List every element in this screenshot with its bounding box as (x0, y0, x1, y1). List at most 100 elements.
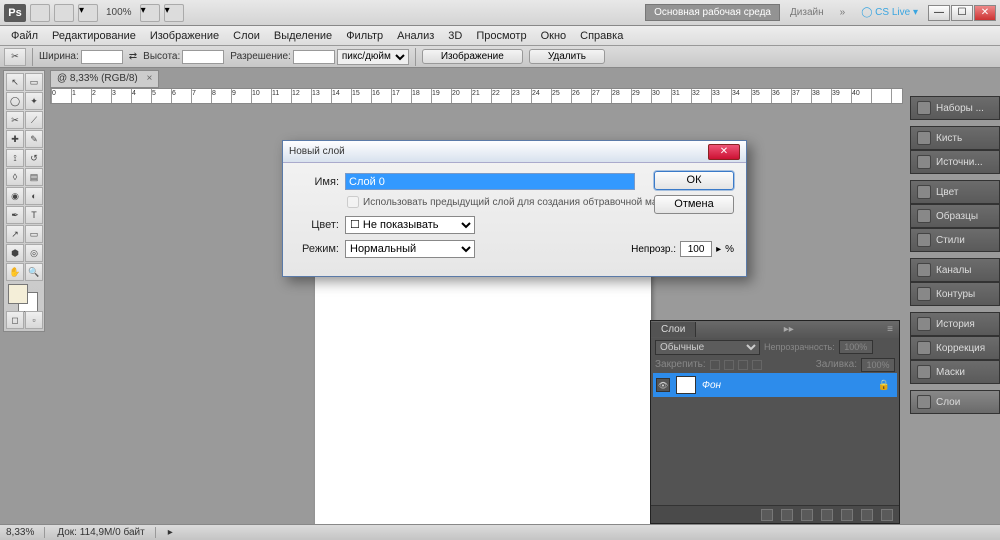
menu-edit[interactable]: Редактирование (45, 28, 143, 44)
history-brush-tool-icon[interactable]: ↺ (25, 149, 43, 167)
opacity-value[interactable]: 100% (839, 340, 873, 354)
mask-icon[interactable] (801, 509, 813, 521)
status-zoom[interactable]: 8,33% (6, 527, 45, 538)
fx-icon[interactable] (781, 509, 793, 521)
panel-masks[interactable]: Маски (910, 360, 1000, 384)
panel-swatches[interactable]: Образцы (910, 204, 1000, 228)
panel-channels[interactable]: Каналы (910, 258, 1000, 282)
type-tool-icon[interactable]: T (25, 206, 43, 224)
layers-menu-icon[interactable]: ≡ (881, 324, 899, 335)
document-tab-close-icon[interactable]: × (147, 73, 153, 84)
color-swatch[interactable] (6, 282, 24, 310)
lock-all-icon[interactable] (738, 360, 748, 370)
eraser-tool-icon[interactable]: ◊ (6, 168, 24, 186)
panel-layers[interactable]: Слои (910, 390, 1000, 414)
dialog-close-button[interactable]: ✕ (708, 144, 740, 160)
dodge-tool-icon[interactable]: ◐ (25, 187, 43, 205)
crop-tool-icon[interactable]: ✂ (6, 111, 24, 129)
move-tool-icon[interactable]: ↖ (6, 73, 24, 91)
gradient-tool-icon[interactable]: ▤ (25, 168, 43, 186)
color-select[interactable]: ☐ Не показывать (345, 216, 475, 234)
camera-tool-icon[interactable]: ◎ (25, 244, 43, 262)
mode-select[interactable]: Нормальный (345, 240, 475, 258)
blur-tool-icon[interactable]: ◉ (6, 187, 24, 205)
eyedropper-tool-icon[interactable]: ⟋ (25, 111, 43, 129)
workspace-design-button[interactable]: Дизайн (784, 5, 830, 20)
panel-presets[interactable]: Наборы ... (910, 96, 1000, 120)
cancel-button[interactable]: Отмена (654, 195, 734, 214)
window-maximize-button[interactable]: ☐ (951, 5, 973, 21)
workspace-more-button[interactable]: » (834, 5, 852, 20)
menu-layers[interactable]: Слои (226, 28, 267, 44)
ok-button[interactable]: ОК (654, 171, 734, 190)
shape-tool-icon[interactable]: ▭ (25, 225, 43, 243)
menu-help[interactable]: Справка (573, 28, 630, 44)
heal-tool-icon[interactable]: ✚ (6, 130, 24, 148)
menu-analysis[interactable]: Анализ (390, 28, 441, 44)
visibility-icon[interactable]: 👁 (656, 378, 670, 392)
3d-tool-icon[interactable]: ⬢ (6, 244, 24, 262)
document-tab[interactable]: @ 8,33% (RGB/8) × (50, 70, 159, 88)
zoom-level[interactable]: 100% (102, 7, 136, 18)
panel-color[interactable]: Цвет (910, 180, 1000, 204)
pen-tool-icon[interactable]: ✒ (6, 206, 24, 224)
status-doc-size[interactable]: Док: 114,9M/0 байт (57, 527, 155, 538)
unit-select[interactable]: пикс/дюйм (337, 49, 409, 65)
delete-layer-icon[interactable] (881, 509, 893, 521)
group-icon[interactable] (841, 509, 853, 521)
delete-button[interactable]: Удалить (529, 49, 605, 64)
bridge-icon[interactable] (30, 4, 50, 22)
layers-tab[interactable]: Слои (651, 322, 696, 337)
panel-source[interactable]: Источни... (910, 150, 1000, 174)
link-layers-icon[interactable] (761, 509, 773, 521)
lock-pixels-icon[interactable] (710, 360, 720, 370)
swap-icon[interactable]: ⇄ (129, 51, 137, 62)
menu-file[interactable]: Файл (4, 28, 45, 44)
extras-icon[interactable]: ▾ (164, 4, 184, 22)
minibridge-icon[interactable] (54, 4, 74, 22)
hand-tool-icon[interactable]: ✋ (6, 263, 24, 281)
lock-position-icon[interactable] (724, 360, 734, 370)
wand-tool-icon[interactable]: ✦ (25, 92, 43, 110)
fill-value[interactable]: 100% (861, 358, 895, 372)
brush-tool-icon[interactable]: ✎ (25, 130, 43, 148)
screen-mode-icon[interactable]: ▾ (140, 4, 160, 22)
layer-row[interactable]: 👁 Фон 🔒 (653, 373, 897, 397)
menu-view[interactable]: Просмотр (469, 28, 533, 44)
width-input[interactable] (81, 50, 123, 64)
layer-thumbnail[interactable] (676, 376, 696, 394)
image-button[interactable]: Изображение (422, 49, 523, 64)
path-tool-icon[interactable]: ↗ (6, 225, 24, 243)
panel-history[interactable]: История (910, 312, 1000, 336)
crop-tool-icon[interactable]: ✂ (4, 48, 26, 66)
name-input[interactable] (345, 173, 635, 190)
menu-3d[interactable]: 3D (441, 28, 469, 44)
arrange-icon[interactable]: ▾ (78, 4, 98, 22)
window-close-button[interactable]: ✕ (974, 5, 996, 21)
height-input[interactable] (182, 50, 224, 64)
status-arrow-icon[interactable]: ▸ (168, 527, 173, 538)
panel-styles[interactable]: Стили (910, 228, 1000, 252)
opacity-slider-icon[interactable]: ▸ (716, 244, 721, 255)
lasso-tool-icon[interactable]: ◯ (6, 92, 24, 110)
menu-filter[interactable]: Фильтр (339, 28, 390, 44)
panel-adjustments[interactable]: Коррекция (910, 336, 1000, 360)
marquee-tool-icon[interactable]: ▭ (25, 73, 43, 91)
new-layer-icon[interactable] (861, 509, 873, 521)
lock-transparency-icon[interactable] (752, 360, 762, 370)
menu-window[interactable]: Окно (534, 28, 574, 44)
blend-mode-select[interactable]: Обычные (655, 340, 760, 355)
menu-image[interactable]: Изображение (143, 28, 226, 44)
quickmask-icon[interactable]: ◻ (6, 311, 24, 329)
cslive-button[interactable]: ◯ CS Live ▾ (855, 7, 924, 18)
workspace-main-button[interactable]: Основная рабочая среда (645, 4, 780, 21)
menu-select[interactable]: Выделение (267, 28, 339, 44)
resolution-input[interactable] (293, 50, 335, 64)
zoom-tool-icon[interactable]: 🔍 (25, 263, 43, 281)
stamp-tool-icon[interactable]: ⟟ (6, 149, 24, 167)
screenmode-icon[interactable]: ▫ (25, 311, 43, 329)
window-minimize-button[interactable]: — (928, 5, 950, 21)
layers-collapse-icon[interactable]: ▸▸ (778, 324, 800, 335)
dialog-opacity-input[interactable] (680, 241, 712, 257)
panel-brush[interactable]: Кисть (910, 126, 1000, 150)
